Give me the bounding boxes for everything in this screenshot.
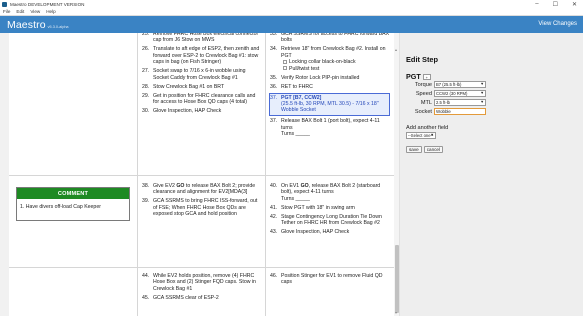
step-46[interactable]: 46. Position Stinger for EV1 to remove Fl… (270, 273, 390, 286)
menu-help[interactable]: Help (46, 9, 55, 14)
maximize-icon[interactable]: ☐ (553, 1, 558, 8)
ev1-cell-row3[interactable]: 44. While EV2 holds position, remove (4) … (138, 268, 265, 316)
window-titlebar: Maestro DEVELOPMENT VERSION – ☐ ✕ (0, 0, 583, 8)
add-field-select[interactable]: --Select one-- ▼ (406, 132, 436, 139)
app-header: Maestro v5.3.0-alpha View Changes (0, 16, 583, 33)
ev2-cell-row1[interactable]: 33. GCA SSRMS for access to FHRC forward … (266, 33, 394, 175)
code-add-button[interactable]: + (422, 73, 431, 80)
menu-bar: File Edit View Help (0, 8, 583, 16)
mtl-label: MTL (420, 99, 432, 106)
scroll-down-icon[interactable]: ▾ (395, 310, 397, 315)
chevron-down-icon: ▼ (430, 133, 434, 137)
socket-input[interactable]: Wobble (434, 108, 486, 115)
step-41[interactable]: 41. Stow PGT with 18" in swing arm (270, 205, 390, 211)
socket-field: Socket Wobble (406, 108, 486, 115)
step-45[interactable]: 45. GCA SSRMS clear of ESP-2 (142, 295, 261, 301)
step-29[interactable]: 29. Get in position for FHRC clearance ca… (142, 93, 261, 106)
step-39[interactable]: 39. GCA SSRMS to bring FHRC ISS-forward, … (142, 198, 261, 217)
ev2-cell-row3[interactable]: 46. Position Stinger for EV1 to remove Fl… (266, 268, 394, 316)
step-34[interactable]: 34. Retrieve 18" from Crewlock Bag #2. I… (270, 46, 390, 72)
step-26[interactable]: 26. Translate to aft edge of ESP2, then z… (142, 46, 261, 65)
procedure-table: 25. Remove FHRC Hose Box electrical conne… (9, 33, 394, 316)
chevron-down-icon: ▼ (480, 100, 484, 105)
speed-label: Speed (415, 90, 432, 97)
ev1-cell-row1[interactable]: 25. Remove FHRC Hose Box electrical conne… (138, 33, 265, 175)
menu-file[interactable]: File (3, 9, 10, 14)
speed-select[interactable]: CCW2 (30 RPM) ▼ (434, 90, 486, 97)
ev2-cell-row2[interactable]: 40. On EV1 GO, release BAX Bolt 2 (starb… (266, 176, 394, 267)
torque-label: Torque (414, 81, 432, 88)
step-25[interactable]: 25. Remove FHRC Hose Box electrical conne… (142, 33, 261, 44)
speed-field: Speed CCW2 (30 RPM) ▼ (406, 90, 486, 97)
comment-heading: COMMENT (17, 188, 129, 199)
comment-cell-row3 (9, 268, 137, 316)
scrollbar-thumb[interactable] (395, 245, 399, 313)
add-field-label: Add another field (406, 125, 449, 131)
comment-cell-row2: COMMENT 1. Have divers off-load Cap Keep… (9, 176, 137, 267)
edit-step-title: Edit Step (406, 55, 439, 64)
checkbox[interactable] (283, 59, 287, 64)
window-title: Maestro DEVELOPMENT VERSION (10, 1, 85, 7)
cancel-button[interactable]: cancel (423, 146, 443, 153)
edit-step-panel: ▴ ▾ Edit Step PGT + Torque B7 (25.5 ft-l… (394, 33, 583, 316)
torque-field: Torque B7 (25.5 ft-lb) ▼ (406, 81, 486, 88)
socket-label: Socket (414, 108, 432, 115)
comment-cell-row1 (9, 33, 137, 175)
comment-box: COMMENT 1. Have divers off-load Cap Keep… (16, 187, 130, 221)
mtl-field: MTL 2.5 ft-lb ▼ (406, 99, 486, 106)
menu-view[interactable]: View (30, 9, 40, 14)
edit-actions: save cancel (406, 146, 443, 153)
step-37-release[interactable]: 37. Release BAX Bolt 1 (port bolt), expe… (270, 118, 390, 137)
window-controls: – ☐ ✕ (535, 0, 577, 8)
step-30[interactable]: 30. Glove Inspection, HAP Check (142, 108, 261, 114)
close-icon[interactable]: ✕ (572, 1, 577, 8)
step-28[interactable]: 28. Stow Crewlock Bag #1 on BRT (142, 84, 261, 90)
scrollbar[interactable]: ▴ ▾ (394, 33, 400, 316)
scroll-up-icon[interactable]: ▴ (395, 47, 397, 52)
app-brand: Maestro (7, 18, 46, 31)
step-35[interactable]: 35. Verify Rotor Lock PIP-pin installed (270, 75, 390, 81)
mtl-select[interactable]: 2.5 ft-lb ▼ (434, 99, 486, 106)
step-38[interactable]: 38. Give EV2 GO to release BAX Bolt 2; p… (142, 183, 261, 196)
step-code: PGT + (406, 72, 431, 81)
save-button[interactable]: save (406, 146, 422, 153)
step-43[interactable]: 43. Glove Inspection, HAP Check (270, 229, 390, 235)
step-42[interactable]: 42. Stage Contingency Long Duration Tie D… (270, 214, 390, 227)
torque-select[interactable]: B7 (25.5 ft-lb) ▼ (434, 81, 486, 88)
step-44[interactable]: 44. While EV2 holds position, remove (4) … (142, 273, 261, 292)
checkbox[interactable] (283, 66, 287, 71)
app-icon (2, 1, 7, 7)
step-33[interactable]: 33. GCA SSRMS for access to FHRC forward … (270, 33, 390, 44)
ev1-cell-row2[interactable]: 38. Give EV2 GO to release BAX Bolt 2; p… (138, 176, 265, 267)
left-gutter (0, 33, 9, 316)
chevron-down-icon: ▼ (480, 91, 484, 96)
step-40[interactable]: 40. On EV1 GO, release BAX Bolt 2 (starb… (270, 183, 390, 202)
minimize-icon[interactable]: – (535, 1, 538, 7)
chevron-down-icon: ▼ (480, 82, 484, 87)
step-36[interactable]: 36. RET to FHRC (270, 84, 390, 90)
comment-body: 1. Have divers off-load Cap Keeper (20, 204, 101, 210)
app-version: v5.3.0-alpha (47, 24, 69, 29)
step-37-selected[interactable]: 37. PGT [B7, CCW2] (25.5 ft-lb, 30 RPM, … (269, 92, 390, 116)
substep-pull-twist[interactable]: Pull/twist test (281, 66, 390, 72)
view-changes-link[interactable]: View Changes (538, 21, 577, 27)
step-27[interactable]: 27. Socket swap to 7/16 x 6-in wobble usi… (142, 68, 261, 81)
menu-edit[interactable]: Edit (16, 9, 24, 14)
